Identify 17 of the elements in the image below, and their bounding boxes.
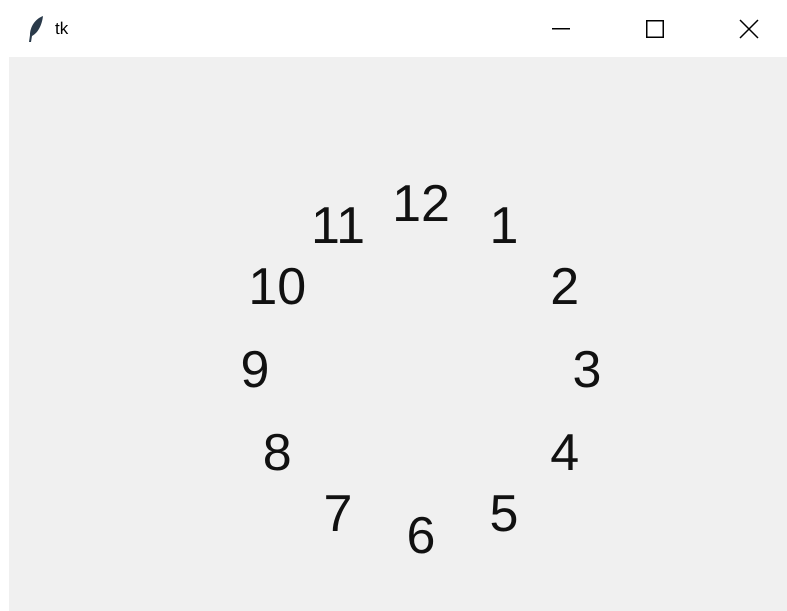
clock-number: 4 <box>550 427 580 479</box>
clock-number: 8 <box>262 427 292 479</box>
clock-number: 10 <box>248 261 306 313</box>
window-title: tk <box>55 18 68 40</box>
clock-number: 1 <box>490 200 518 252</box>
clock-number: 5 <box>490 488 518 540</box>
close-icon <box>739 18 759 38</box>
clock-number: 6 <box>406 510 436 562</box>
clock-number: 11 <box>311 200 365 252</box>
clock-number: 9 <box>240 344 270 396</box>
clock-number: 3 <box>572 344 602 396</box>
clock-number: 7 <box>324 488 352 540</box>
clock-number: 2 <box>550 261 580 313</box>
maximize-icon <box>646 20 664 38</box>
clock-number: 12 <box>392 178 450 230</box>
minimize-icon <box>552 28 570 30</box>
feather-icon <box>27 14 45 42</box>
